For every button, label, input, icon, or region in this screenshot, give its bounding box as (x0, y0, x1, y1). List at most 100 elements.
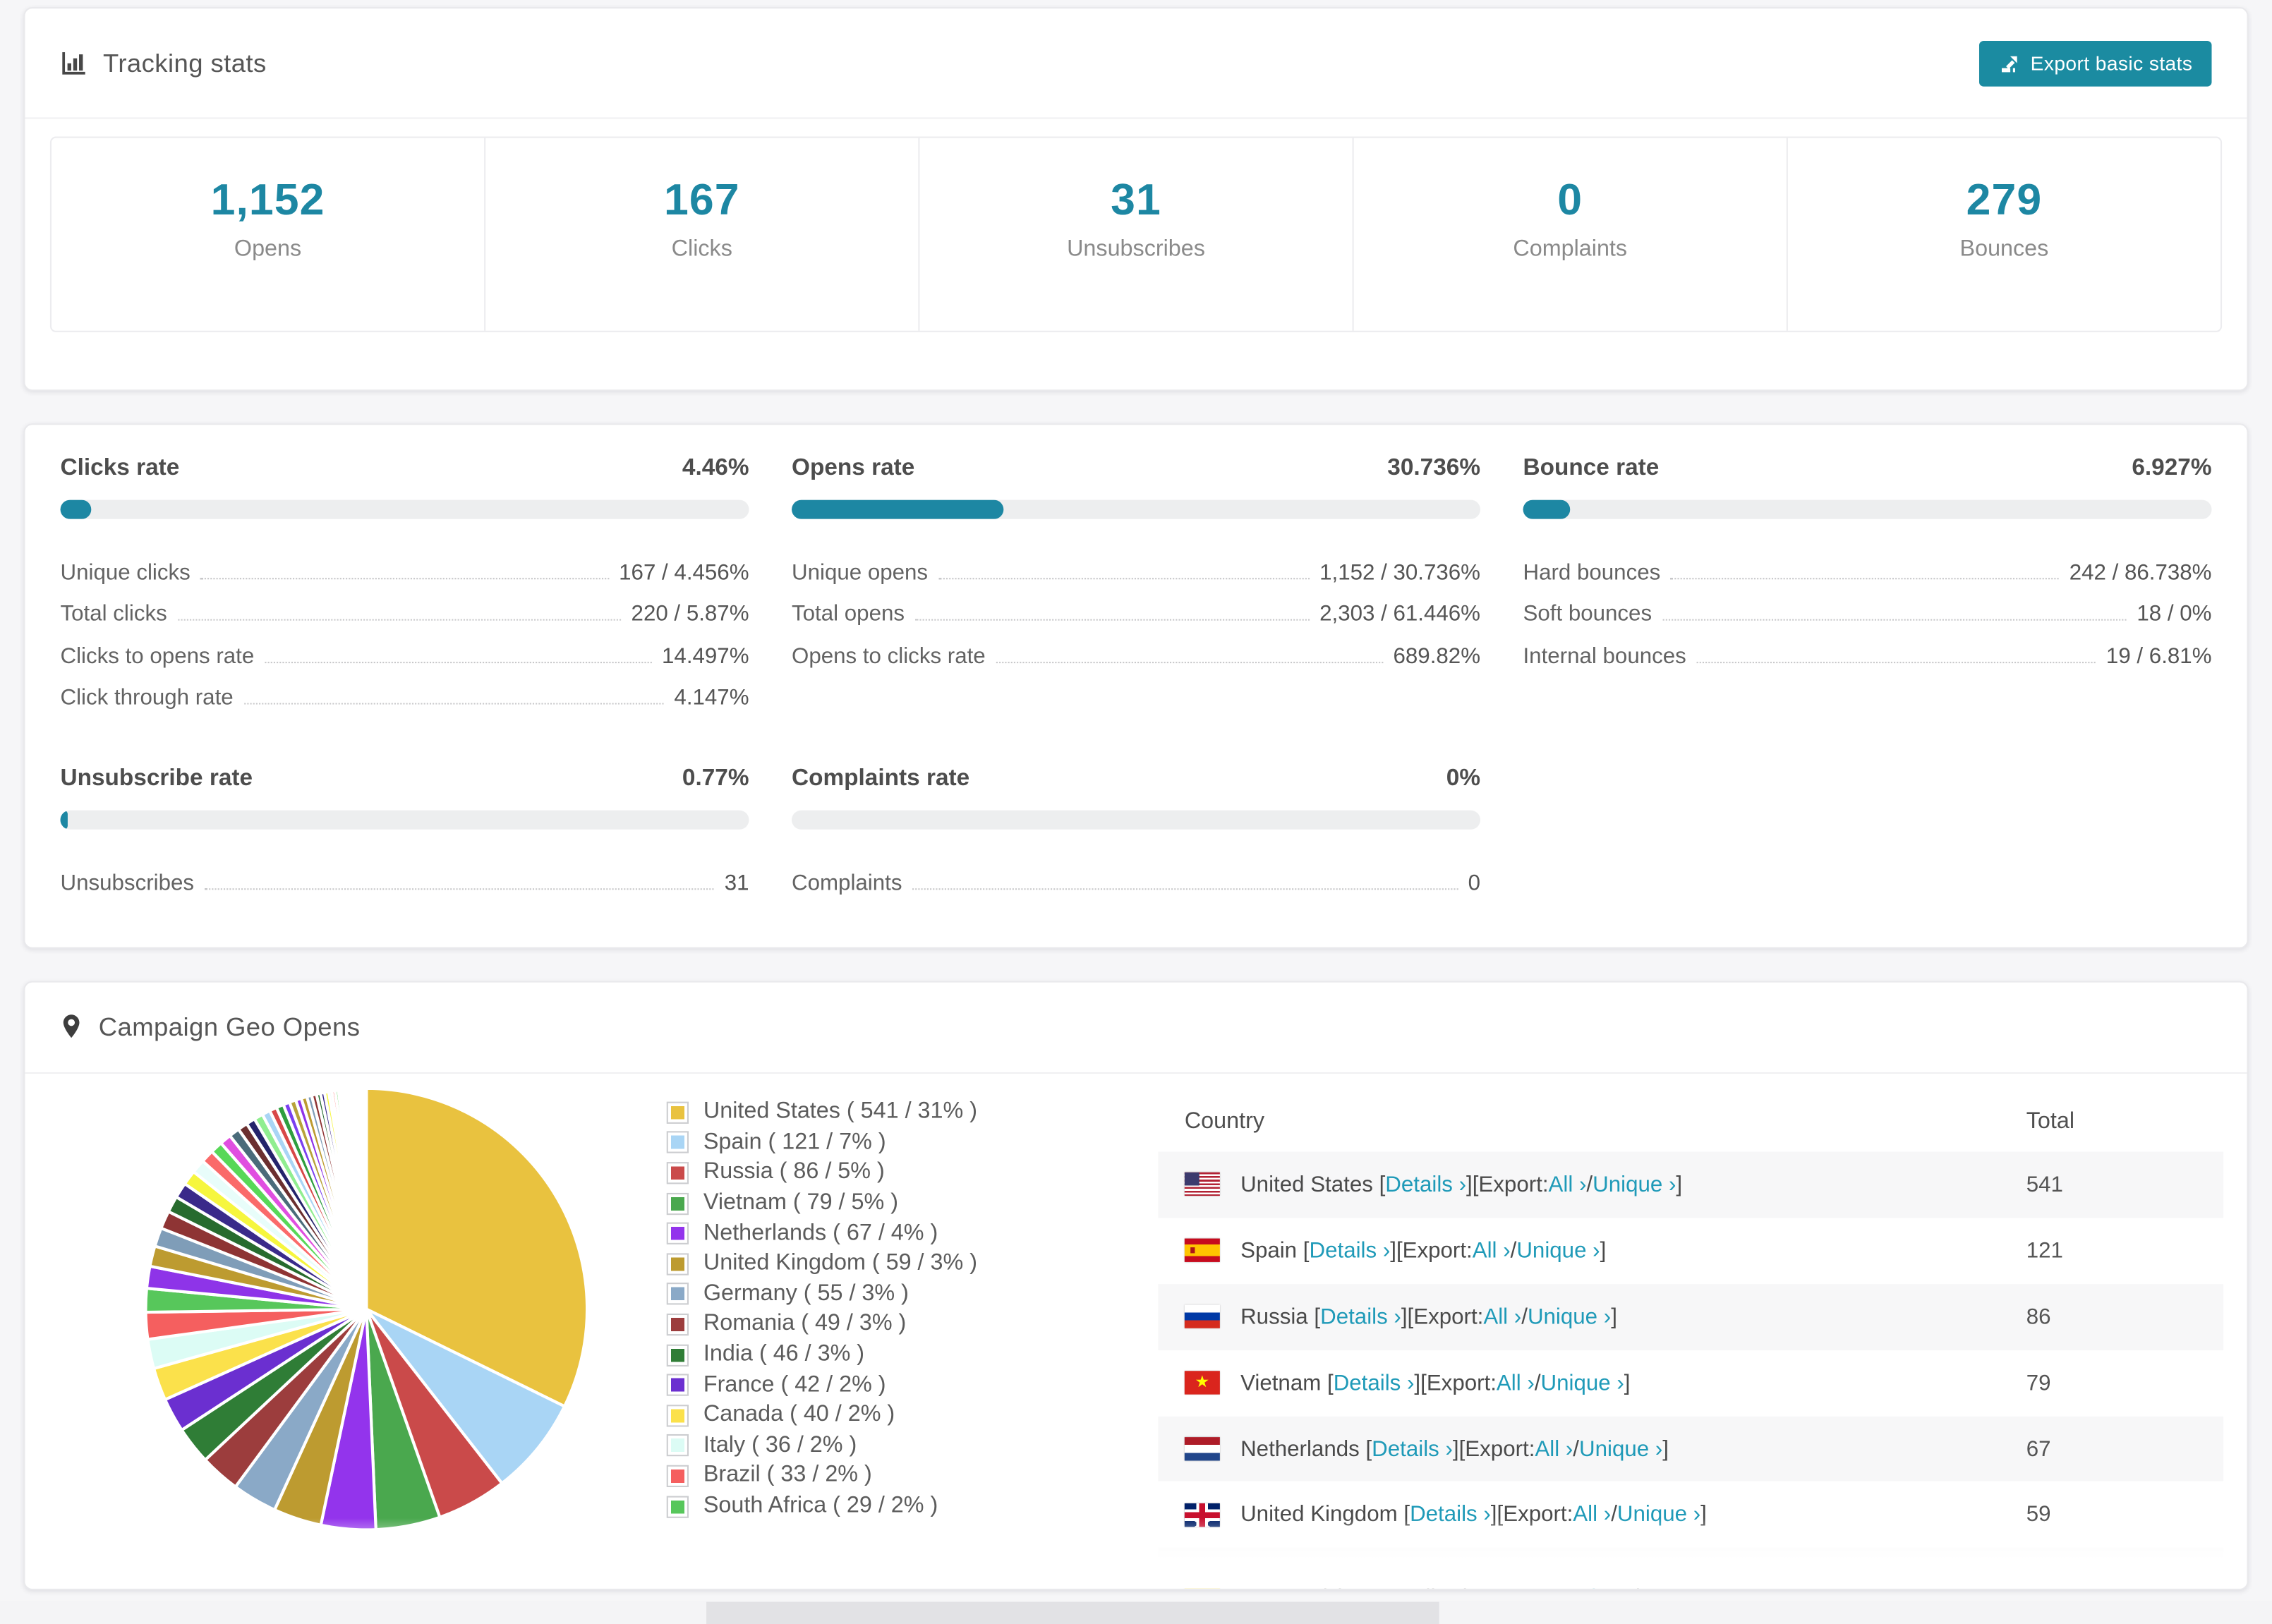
export-all-link[interactable]: All › (1473, 1238, 1511, 1263)
export-all-link[interactable]: All › (1483, 1304, 1521, 1329)
details-link[interactable]: Details › (1320, 1304, 1401, 1329)
total-cell: 59 (2026, 1502, 2051, 1528)
export-icon (2001, 55, 2017, 72)
legend-label: Germany ( 55 / 3% ) (703, 1280, 909, 1307)
legend-label: Spain ( 121 / 7% ) (703, 1129, 886, 1155)
rate-value: 4.46% (682, 456, 749, 481)
export-all-link[interactable]: All › (1573, 1503, 1611, 1527)
legend-item[interactable]: Romania ( 49 / 3% ) (666, 1309, 977, 1340)
stat-value: 279 (1966, 176, 2043, 225)
export-all-link[interactable]: All › (1549, 1172, 1587, 1197)
legend-swatch (666, 1495, 689, 1517)
rate-detail-row: Unique clicks 167 / 4.456% (61, 543, 749, 584)
dotted-leader (200, 577, 609, 579)
rate-detail-value: 18 / 0% (2137, 601, 2212, 626)
slash: / (1545, 1568, 1551, 1590)
legend-swatch (666, 1101, 689, 1124)
legend-item[interactable]: South Africa ( 29 / 2% ) (666, 1491, 977, 1522)
export-unique-link[interactable]: Unique › (1528, 1304, 1611, 1329)
page-bottom-strip (0, 1600, 2272, 1624)
legend-item[interactable]: United States ( 541 / 31% ) (666, 1097, 978, 1127)
column-header-total: Total (2026, 1109, 2075, 1134)
legend-label: France ( 42 / 2% ) (703, 1371, 886, 1398)
geo-table-header: Country Total (1158, 1093, 2223, 1151)
card-rates: Clicks rate 4.46% Unique clicks 167 / 4.456… (23, 423, 2249, 949)
table-row-nl: Netherlands [Details ›] [Export: All › /… (1158, 1415, 2224, 1482)
legend-label: Vietnam ( 79 / 5% ) (703, 1189, 898, 1216)
table-row-gb: United Kingdom [Details ›] [Export: All … (1158, 1482, 2223, 1549)
dotted-leader (177, 619, 621, 621)
rate-progressbar (60, 810, 749, 830)
nl-flag-icon (1184, 1437, 1220, 1461)
summary-stats-row: 1,152 Opens 167 Clicks 31 Unsubscribes 0 Compla… (49, 136, 2223, 332)
rate-progressbar-fill (60, 499, 92, 519)
details-link[interactable]: Details › (1343, 1568, 1425, 1589)
map-pin-icon (63, 1014, 80, 1038)
dotted-leader (912, 887, 1458, 890)
legend-label: United States ( 541 / 31% ) (703, 1099, 978, 1125)
rate-value: 0.77% (682, 766, 749, 792)
column-header-country: Country (1184, 1109, 1265, 1134)
export-unique-link[interactable]: Unique › (1593, 1172, 1676, 1197)
bracket: [ (1372, 1172, 1386, 1198)
legend-swatch (666, 1283, 689, 1306)
rate-title: Bounce rate (1523, 456, 1660, 481)
legend-item[interactable]: Germany ( 55 / 3% ) (666, 1279, 977, 1309)
vn-flag-icon (1184, 1371, 1220, 1395)
legend-item[interactable]: India ( 46 / 3% ) (666, 1340, 977, 1370)
legend-item[interactable]: Canada ( 40 / 2% ) (666, 1400, 977, 1431)
legend-swatch (666, 1252, 689, 1275)
rate-detail-value: 220 / 5.87% (631, 601, 749, 626)
legend-item[interactable]: Netherlands ( 67 / 4% ) (666, 1218, 977, 1249)
legend-swatch (666, 1162, 689, 1184)
ru-flag-icon (1184, 1304, 1220, 1329)
legend-item[interactable]: Vietnam ( 79 / 5% ) (666, 1188, 977, 1218)
rate-detail-value: 242 / 86.738% (2069, 559, 2212, 585)
legend-label: Italy ( 36 / 2% ) (703, 1432, 857, 1458)
bracket: ] (1624, 1370, 1631, 1395)
export-all-link[interactable]: All › (1535, 1436, 1573, 1461)
us-flag-icon (1184, 1172, 1220, 1196)
bracket: [ (1307, 1304, 1321, 1330)
export-unique-link[interactable]: Unique › (1541, 1370, 1624, 1395)
details-link[interactable]: Details › (1385, 1172, 1466, 1197)
export-unique-link[interactable]: Unique › (1516, 1238, 1600, 1263)
details-link[interactable]: Details › (1410, 1503, 1491, 1527)
legend-item[interactable]: Brazil ( 33 / 2% ) (666, 1461, 977, 1491)
legend-swatch (666, 1404, 689, 1426)
rate-progressbar-fill (60, 810, 68, 830)
country-cell: Germany [Details ›] [Export: All › / Uni… (1158, 1568, 2026, 1590)
export-all-link[interactable]: All › (1497, 1370, 1535, 1395)
export-unique-link[interactable]: Unique › (1579, 1436, 1662, 1461)
export-unique-link[interactable]: Unique › (1551, 1568, 1634, 1589)
export-unique-link[interactable]: Unique › (1617, 1503, 1700, 1527)
dotted-leader (243, 703, 664, 705)
details-link[interactable]: Details › (1334, 1370, 1415, 1395)
pie-slice-small[interactable] (364, 1086, 368, 1309)
bracket: [ (1321, 1370, 1334, 1395)
legend-item[interactable]: Italy ( 36 / 2% ) (666, 1431, 977, 1461)
legend-item[interactable]: Spain ( 121 / 7% ) (666, 1127, 977, 1158)
rate-detail-label: Unique opens (791, 559, 929, 585)
export-basic-stats-button[interactable]: Export basic stats (1978, 40, 2212, 86)
legend-item[interactable]: United Kingdom ( 59 / 3% ) (666, 1249, 977, 1279)
card-tracking-stats: Tracking stats Export basic stats 1,152 O… (23, 7, 2249, 392)
legend-item[interactable]: Russia ( 86 / 5% ) (666, 1158, 977, 1188)
total-cell: 86 (2026, 1304, 2051, 1330)
bracket: ] (1700, 1502, 1707, 1528)
legend-item[interactable]: France ( 42 / 2% ) (666, 1370, 977, 1400)
legend-label: Netherlands ( 67 / 4% ) (703, 1220, 938, 1246)
details-link[interactable]: Details › (1310, 1238, 1391, 1263)
table-row-ru: Russia [Details ›] [Export: All › / Uniq… (1158, 1283, 2224, 1350)
geo-table-body: United States [Details ›] [Export: All ›… (1158, 1151, 2224, 1590)
geo-header: Campaign Geo Opens (25, 983, 2247, 1074)
total-cell: 121 (2026, 1238, 2063, 1264)
horizontal-scrollbar-thumb[interactable] (706, 1601, 1439, 1624)
bracket: [ (1397, 1502, 1410, 1528)
stat-label: Opens (234, 236, 302, 262)
details-link[interactable]: Details › (1372, 1436, 1453, 1461)
rate-progressbar (791, 499, 1481, 519)
export-all-link[interactable]: All › (1506, 1568, 1545, 1589)
dotted-leader (264, 661, 652, 663)
rate-title: Complaints rate (791, 766, 970, 792)
